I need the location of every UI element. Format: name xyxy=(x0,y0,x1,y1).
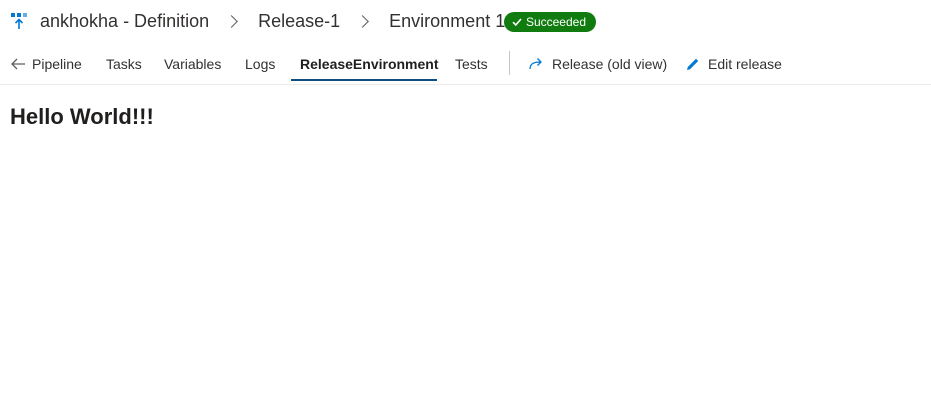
back-label: Pipeline xyxy=(32,56,82,72)
tab-variables[interactable]: Variables xyxy=(164,44,221,84)
status-label: Succeeded xyxy=(525,15,586,29)
breadcrumb-definition[interactable]: ankhokha - Definition xyxy=(40,11,209,32)
edit-release-button[interactable]: Edit release xyxy=(686,44,782,84)
edit-release-label: Edit release xyxy=(708,56,782,72)
release-pipeline-icon[interactable] xyxy=(10,12,28,30)
redo-arrow-icon xyxy=(529,58,542,70)
release-header: ankhokha - Definition Release-1 Environm… xyxy=(0,0,931,44)
chevron-right-icon xyxy=(356,15,370,28)
tab-tasks[interactable]: Tasks xyxy=(106,44,142,84)
tab-tests[interactable]: Tests xyxy=(455,44,488,84)
breadcrumb-environment[interactable]: Environment 1 xyxy=(389,11,505,32)
arrow-left-icon xyxy=(11,58,25,70)
page-heading: Hello World!!! xyxy=(10,104,154,129)
checkmark-icon xyxy=(512,18,522,27)
breadcrumb: ankhokha - Definition Release-1 Environm… xyxy=(40,11,525,32)
release-old-view-button[interactable]: Release (old view) xyxy=(528,44,667,84)
release-old-view-label: Release (old view) xyxy=(552,56,668,72)
tab-release-environment[interactable]: ReleaseEnvironment xyxy=(300,44,439,84)
status-badge: Succeeded xyxy=(504,12,596,32)
back-to-pipeline-link[interactable]: Pipeline xyxy=(10,44,82,84)
pencil-icon xyxy=(687,58,699,70)
chevron-right-icon xyxy=(225,15,238,28)
active-tab-indicator xyxy=(291,79,437,81)
breadcrumb-release[interactable]: Release-1 xyxy=(258,11,340,32)
toolbar-divider xyxy=(509,51,510,75)
tab-logs[interactable]: Logs xyxy=(245,44,275,84)
